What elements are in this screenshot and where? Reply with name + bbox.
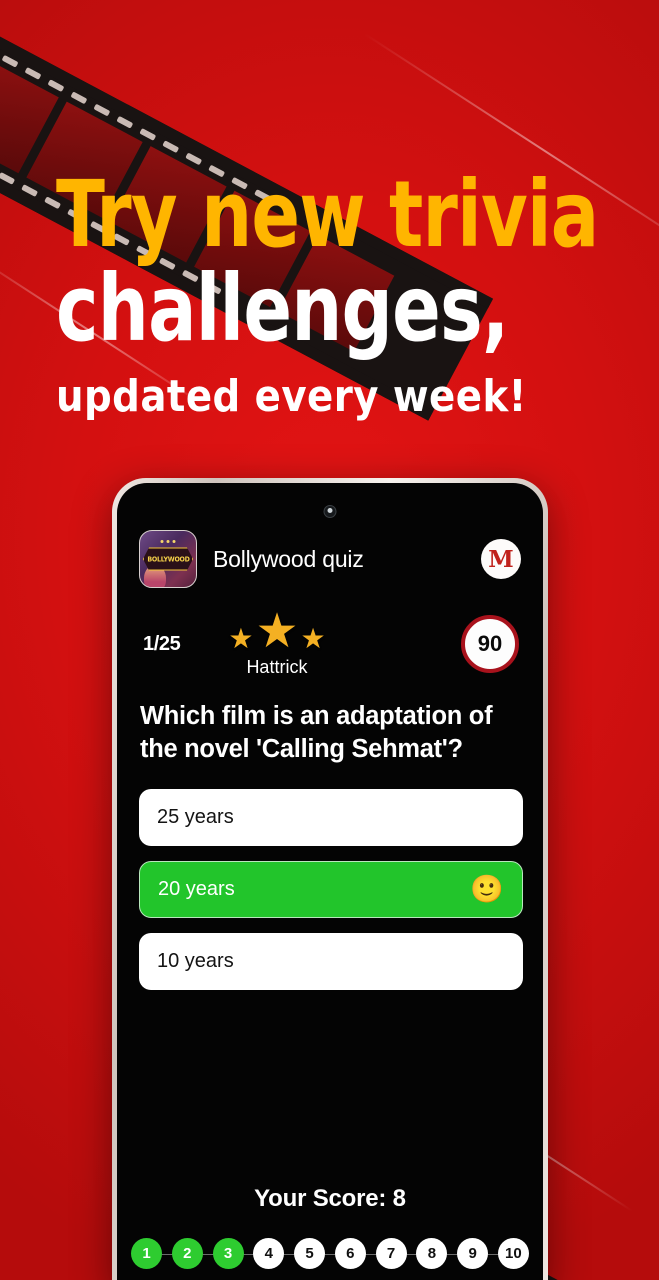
answer-option[interactable]: 25 years — [139, 789, 523, 847]
app-icon-marquee: BOLLYWOOD — [143, 547, 193, 571]
headline-line-1: Try new trivia — [56, 161, 599, 268]
answer-option-label: 10 years — [157, 950, 234, 973]
phone-screen: BOLLYWOOD Bollywood quiz M 1/25 ★ ★ ★ Ha… — [117, 483, 543, 1280]
question-counter: 1/25 — [143, 632, 181, 655]
streak-badge-label: Hattrick — [246, 657, 308, 677]
star-icon: ★ — [255, 605, 299, 658]
smiley-face-icon: 🙂 — [470, 874, 504, 905]
pager-dot[interactable]: 8 — [416, 1238, 448, 1269]
avatar[interactable]: M — [481, 539, 521, 579]
answer-option-selected[interactable]: 20 years 🙂 — [139, 861, 523, 919]
quiz-stats-row: 1/25 ★ ★ ★ Hattrick 90 — [117, 588, 543, 678]
app-header: BOLLYWOOD Bollywood quiz M — [117, 483, 543, 588]
question-text: Which film is an adaptation of the novel… — [140, 702, 493, 763]
pager-dot[interactable]: 5 — [294, 1238, 326, 1269]
score-text: Your Score: 8 — [254, 1185, 406, 1212]
pager-dot[interactable]: 2 — [171, 1238, 203, 1269]
promo-headline: Try new trivia challenges, updated every… — [56, 161, 616, 423]
phone-mockup: BOLLYWOOD Bollywood quiz M 1/25 ★ ★ ★ Ha… — [112, 478, 548, 1280]
star-icon: ★ — [300, 623, 326, 654]
pager-dot[interactable]: 4 — [253, 1238, 285, 1269]
timer-countdown: 90 — [461, 615, 519, 673]
pager-dot[interactable]: 9 — [457, 1238, 489, 1269]
answer-options-list: 25 years 20 years 🙂 10 years — [117, 765, 543, 991]
pager-dot[interactable]: 7 — [375, 1238, 407, 1269]
headline-line-2: challenges, — [56, 254, 509, 362]
answer-option-label: 25 years — [157, 806, 234, 829]
pager-dot[interactable]: 10 — [497, 1238, 529, 1269]
star-icon: ★ — [228, 623, 254, 654]
promo-screen: Try new trivia challenges, updated every… — [0, 0, 659, 1280]
pager-dot[interactable]: 6 — [334, 1238, 366, 1269]
headline-subtitle: updated every week! — [56, 371, 527, 423]
pager-dot[interactable]: 1 — [131, 1238, 162, 1269]
answer-option-label: 20 years — [158, 878, 235, 901]
streak-badge: ★ ★ ★ Hattrick — [188, 605, 326, 678]
star-rating: ★ ★ ★ — [228, 605, 326, 658]
front-camera-icon — [323, 505, 337, 518]
answer-option[interactable]: 10 years — [139, 933, 523, 991]
pager-dot[interactable]: 3 — [212, 1238, 244, 1269]
app-icon: BOLLYWOOD — [139, 530, 197, 588]
marquee-lights-icon — [160, 540, 176, 543]
question-pager: 1 2 3 4 5 6 7 8 9 10 — [131, 1238, 529, 1269]
app-icon-label: BOLLYWOOD — [146, 555, 190, 563]
app-title: Bollywood quiz — [213, 545, 364, 572]
